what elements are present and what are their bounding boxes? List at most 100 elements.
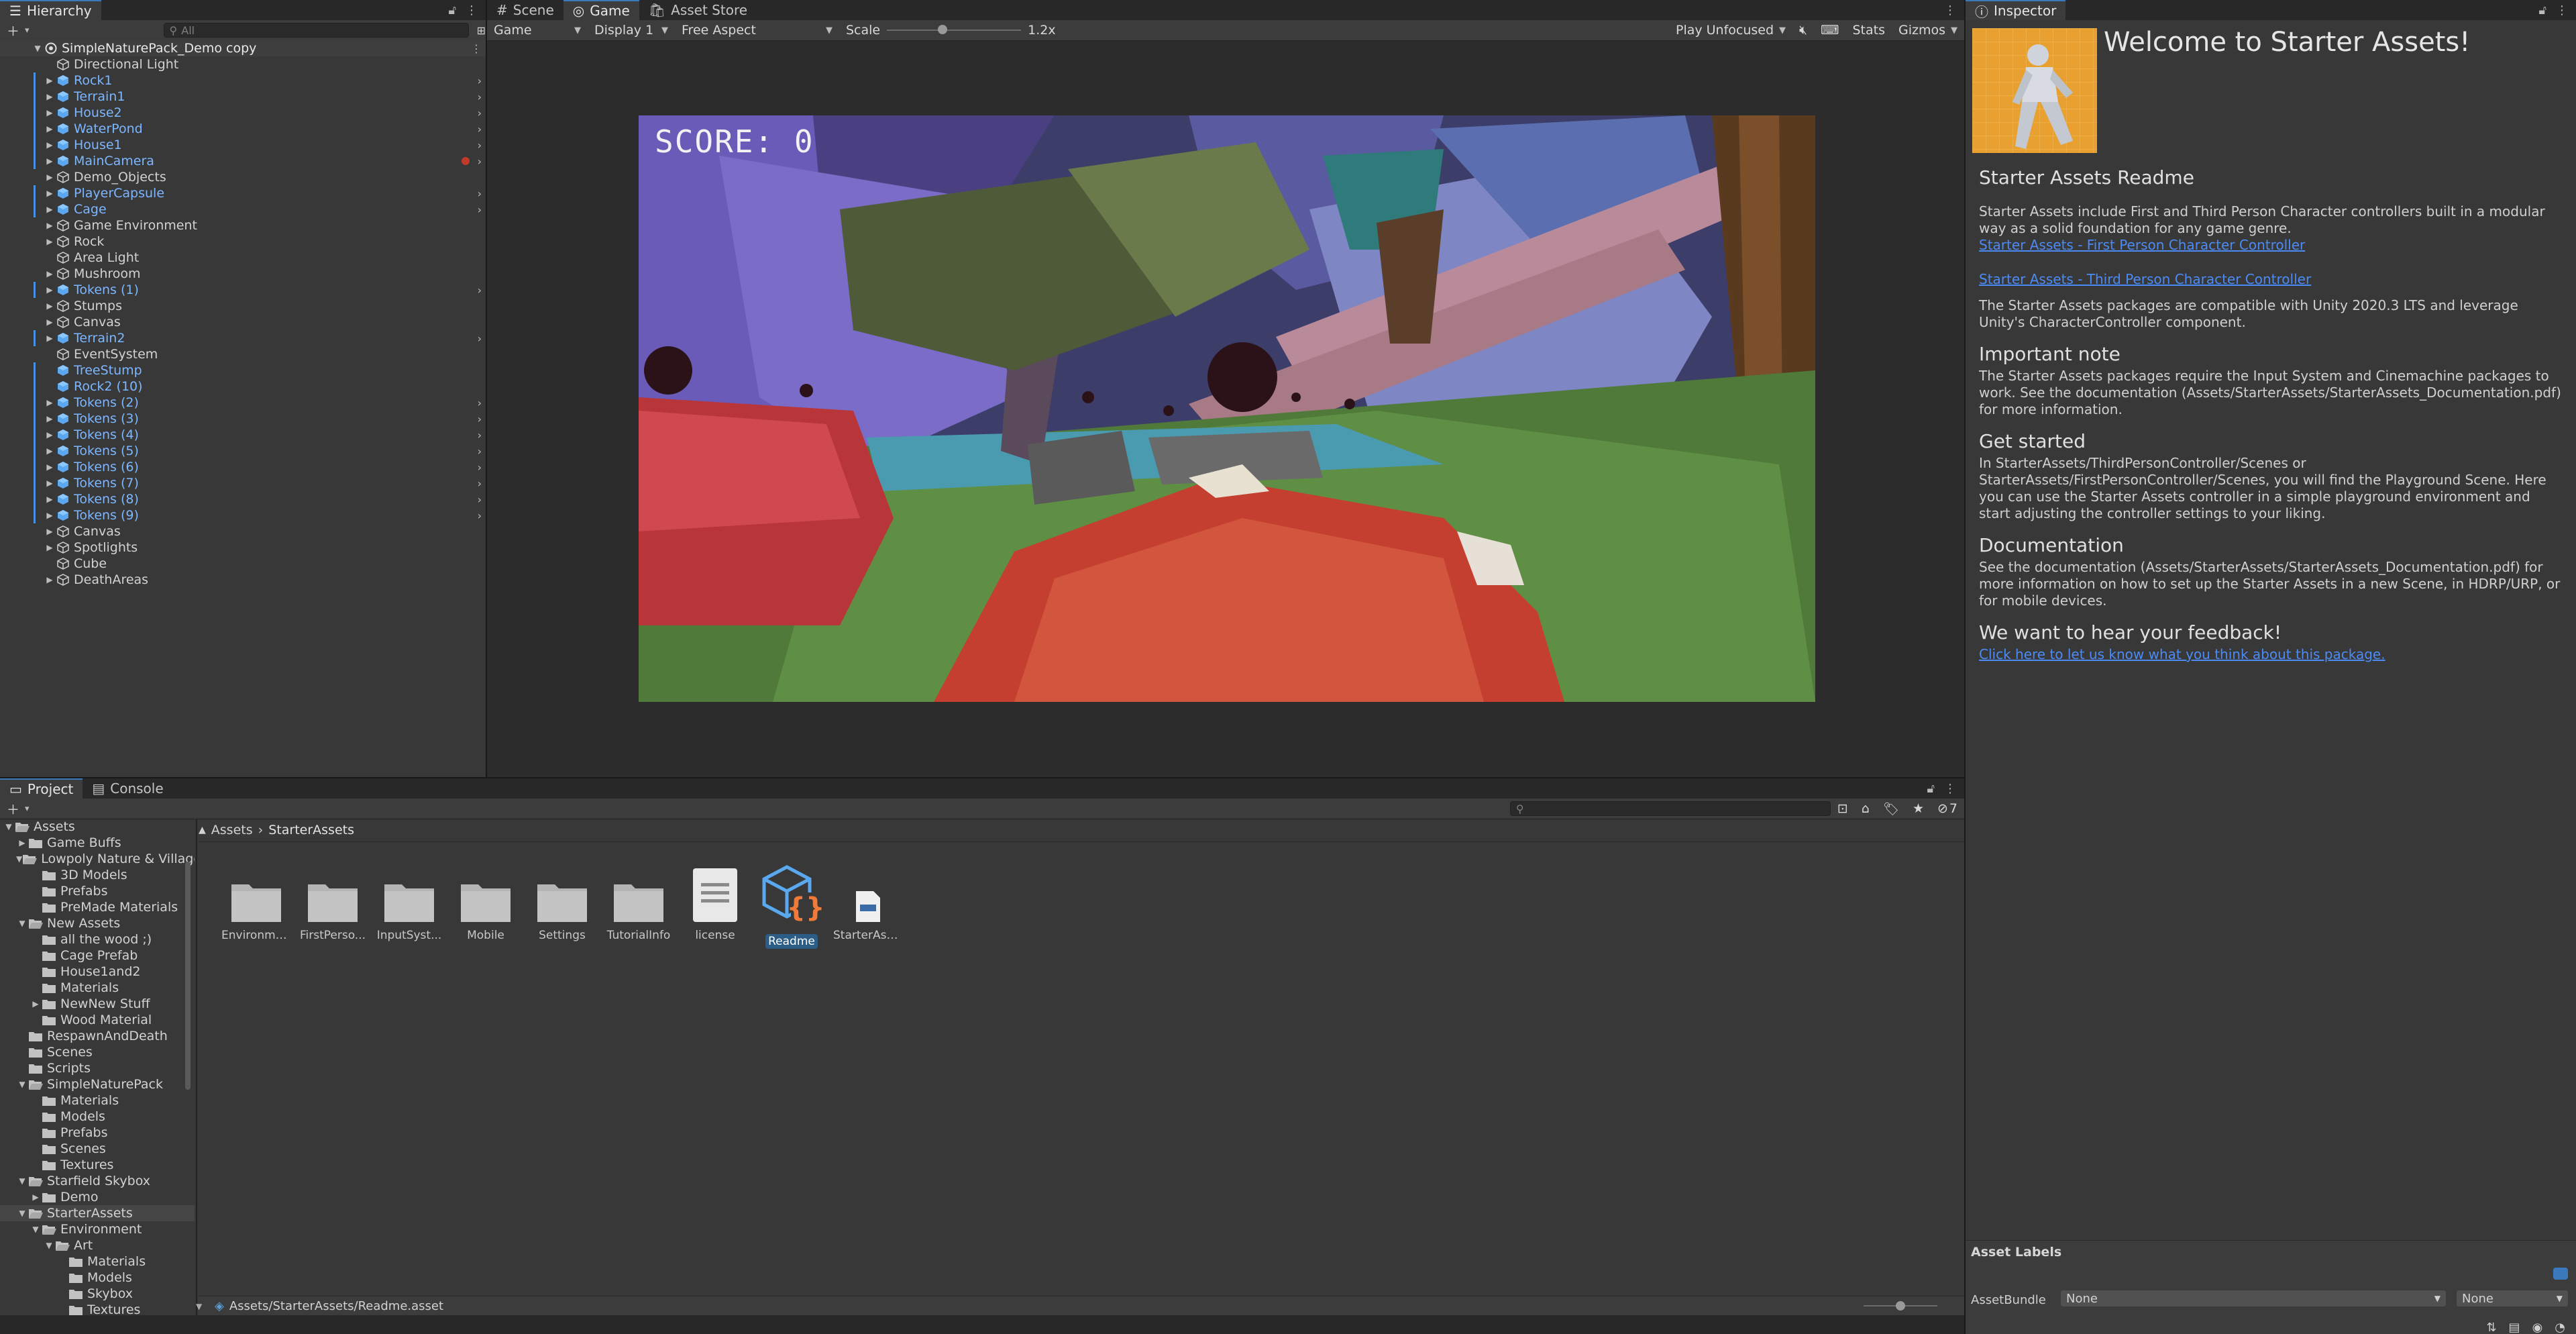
hierarchy-item[interactable]: ▶ Terrain1 › <box>0 89 486 105</box>
open-prefab-chevron-icon[interactable]: › <box>478 477 482 490</box>
open-prefab-chevron-icon[interactable]: › <box>478 445 482 458</box>
hierarchy-search-input[interactable]: ⚲ All <box>163 23 469 38</box>
open-prefab-chevron-icon[interactable]: › <box>478 493 482 506</box>
gizmos-dropdown[interactable]: Gizmos ▼ <box>1892 20 1964 40</box>
folder-tree-item[interactable]: Materials <box>0 1092 195 1109</box>
hierarchy-item[interactable]: ▶ Tokens (5) › <box>0 443 486 459</box>
label-filter-icon[interactable]: 🏷︎ <box>1876 799 1906 819</box>
folder-tree-item[interactable]: ▼ Assets <box>0 819 195 835</box>
folder-tree-item[interactable]: ▶ NewNew Stuff <box>0 996 195 1012</box>
expand-arrow-icon[interactable]: ▶ <box>44 108 55 117</box>
display-dropdown[interactable]: Display 1 ▼ <box>588 20 675 40</box>
expand-arrow-icon[interactable]: ▶ <box>44 156 55 166</box>
folder-tree-item[interactable]: Models <box>0 1109 195 1125</box>
expand-arrow-icon[interactable]: ▼ <box>16 919 28 928</box>
kebab-menu-icon[interactable]: ⋮ <box>1944 3 1956 17</box>
open-prefab-chevron-icon[interactable]: › <box>478 187 482 200</box>
kebab-menu-icon[interactable]: ⋮ <box>1944 782 1956 796</box>
create-button[interactable]: ＋ ▾ <box>0 20 36 40</box>
hierarchy-item[interactable]: ▶ Demo_Objects <box>0 169 486 185</box>
breadcrumb-assets[interactable]: Assets <box>211 823 253 837</box>
open-prefab-chevron-icon[interactable]: › <box>478 203 482 216</box>
kebab-menu-icon[interactable]: ⋮ <box>466 3 478 17</box>
progress-icon[interactable]: ◔ <box>2555 1321 2565 1334</box>
first-person-link[interactable]: Starter Assets - First Person Character … <box>1979 237 2563 254</box>
kebab-menu-icon[interactable]: ⋮ <box>2556 3 2568 17</box>
folder-tree-item[interactable]: Skybox <box>0 1286 195 1302</box>
folder-tree-item[interactable]: PreMade Materials <box>0 899 195 915</box>
folder-tree-item[interactable]: ▼ Starfield Skybox <box>0 1173 195 1189</box>
breadcrumb-starterassets[interactable]: StarterAssets <box>268 823 354 837</box>
hierarchy-item[interactable]: Rock2 (10) <box>0 378 486 395</box>
folder-tree-item[interactable]: all the wood ;) <box>0 931 195 947</box>
hierarchy-item[interactable]: ▶ Canvas <box>0 314 486 330</box>
hierarchy-item[interactable]: ▶ House1 › <box>0 137 486 153</box>
hierarchy-item[interactable]: ▶ House2 › <box>0 105 486 121</box>
search-by-type-icon[interactable]: ⊡ <box>1831 799 1855 819</box>
folder-tree-item[interactable]: Cage Prefab <box>0 947 195 964</box>
game-mode-dropdown[interactable]: Game ▼ <box>487 20 588 40</box>
hidden-packages-icon[interactable]: ⊘ 7 <box>1931 799 1964 819</box>
folder-tree-item[interactable]: Materials <box>0 980 195 996</box>
scale-slider-thumb[interactable] <box>938 25 948 34</box>
asset-item[interactable]: TutorialInfo <box>604 856 674 942</box>
hierarchy-item[interactable]: ▶ Tokens (3) › <box>0 411 486 427</box>
lock-icon[interactable]: 🔓︎ <box>2538 3 2546 17</box>
hierarchy-item[interactable]: ▶ WaterPond › <box>0 121 486 137</box>
hierarchy-item[interactable]: Cube <box>0 556 486 572</box>
folder-tree-item[interactable]: ▼ SimpleNaturePack <box>0 1076 195 1092</box>
hierarchy-item[interactable]: ▶ Rock <box>0 234 486 250</box>
open-prefab-chevron-icon[interactable]: › <box>478 284 482 297</box>
open-prefab-chevron-icon[interactable]: › <box>478 461 482 474</box>
hierarchy-item[interactable]: ▶ Tokens (7) › <box>0 475 486 491</box>
collapse-icon[interactable]: ▲ <box>199 825 206 835</box>
folder-tree-item[interactable]: Prefabs <box>0 883 195 899</box>
tab-game[interactable]: ◎ Game <box>563 0 639 20</box>
expand-arrow-icon[interactable]: ▶ <box>44 205 55 214</box>
expand-arrow-icon[interactable]: ▶ <box>44 398 55 407</box>
assetbundle-dropdown[interactable]: None ▼ <box>2061 1290 2446 1306</box>
third-person-link[interactable]: Starter Assets - Third Person Character … <box>1979 271 2563 288</box>
expand-arrow-icon[interactable]: ▶ <box>44 446 55 456</box>
asset-item[interactable]: StarterAss... <box>833 856 903 942</box>
search-by-label-icon[interactable]: ⌂ <box>1855 799 1876 819</box>
expand-arrow-icon[interactable]: ▶ <box>44 495 55 504</box>
hierarchy-item[interactable]: Area Light <box>0 250 486 266</box>
folder-tree-item[interactable]: Scenes <box>0 1044 195 1060</box>
hierarchy-item[interactable]: ▶ Tokens (6) › <box>0 459 486 475</box>
folder-tree-item[interactable]: House1and2 <box>0 964 195 980</box>
label-tag-icon[interactable] <box>2553 1268 2568 1280</box>
folder-tree-item[interactable]: ▶ Demo <box>0 1189 195 1205</box>
expand-arrow-icon[interactable]: ▶ <box>44 543 55 552</box>
feedback-link[interactable]: Click here to let us know what you think… <box>1979 646 2563 663</box>
expand-arrow-icon[interactable]: ▼ <box>16 1209 28 1218</box>
hierarchy-item[interactable]: ▶ DeathAreas <box>0 572 486 588</box>
folder-tree-item[interactable]: Textures <box>0 1302 195 1315</box>
lock-icon[interactable]: 🔓︎ <box>1927 782 1935 796</box>
cache-icon[interactable]: ▤ <box>2509 1321 2520 1334</box>
hierarchy-item[interactable]: ▶ Tokens (2) › <box>0 395 486 411</box>
icon-size-slider[interactable] <box>1864 1299 1937 1313</box>
collab-icon[interactable]: ◉ <box>2532 1321 2543 1334</box>
expand-arrow-icon[interactable]: ▶ <box>44 430 55 440</box>
expand-arrow-icon[interactable]: ▶ <box>44 575 55 584</box>
tab-asset-store[interactable]: 🛍︎ Asset Store <box>639 0 757 20</box>
shortcuts-icon[interactable]: ⌨︎ <box>1814 20 1845 40</box>
expand-arrow-icon[interactable]: ▶ <box>44 285 55 295</box>
hierarchy-item[interactable]: ▶ Cage › <box>0 201 486 217</box>
expand-arrow-icon[interactable]: ▶ <box>44 462 55 472</box>
folder-tree-item[interactable]: ▼ Art <box>0 1237 195 1253</box>
asset-item[interactable]: FirstPerso... <box>298 856 368 942</box>
folder-tree-item[interactable]: 3D Models <box>0 867 195 883</box>
asset-item[interactable]: license <box>680 856 750 942</box>
hierarchy-item[interactable]: TreeStump <box>0 362 486 378</box>
favorite-star-icon[interactable]: ★ <box>1906 799 1931 819</box>
hierarchy-item[interactable]: ▶ Tokens (1) › <box>0 282 486 298</box>
expand-arrow-icon[interactable]: ▶ <box>44 172 55 182</box>
create-asset-button[interactable]: ＋ ▾ <box>0 799 36 819</box>
expand-arrow-icon[interactable]: ▶ <box>44 301 55 311</box>
asset-item[interactable]: Environme... <box>221 856 291 942</box>
tree-footer-arrow[interactable]: ▼ <box>196 1302 202 1311</box>
open-prefab-chevron-icon[interactable]: › <box>478 123 482 136</box>
assetbundle-variant-dropdown[interactable]: None ▼ <box>2457 1290 2568 1306</box>
